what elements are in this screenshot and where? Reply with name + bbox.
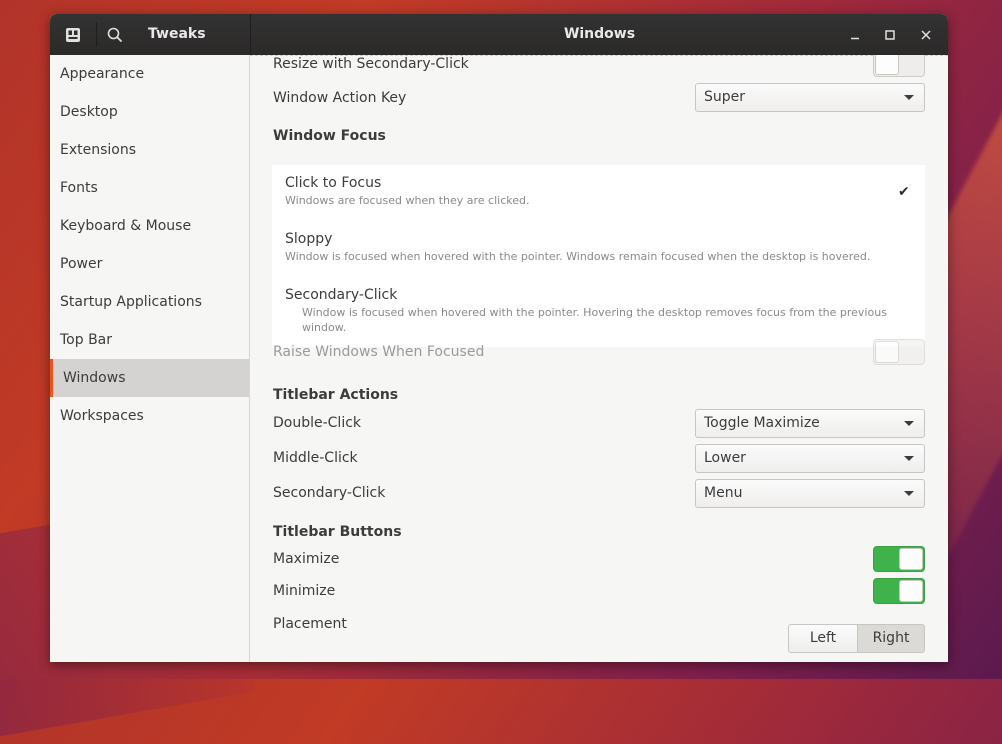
option-description: Windows are focused when they are clicke…: [285, 194, 530, 207]
tweaks-window: Tweaks Windows Appearance Desktop Extens…: [50, 14, 948, 662]
titlebar-actions-heading: Titlebar Actions: [273, 387, 399, 403]
minimize-switch[interactable]: [873, 578, 925, 604]
sidebar-item-keyboard-mouse[interactable]: Keyboard & Mouse: [50, 207, 249, 245]
switch-knob: [899, 548, 923, 570]
sidebar-item-workspaces[interactable]: Workspaces: [50, 397, 249, 435]
resize-secondary-click-switch[interactable]: [873, 55, 925, 77]
search-button[interactable]: [101, 14, 129, 55]
window-action-key-combo[interactable]: Super: [695, 83, 925, 112]
sidebar-item-windows[interactable]: Windows: [50, 359, 249, 397]
dropdown-arrow-icon: [904, 491, 914, 496]
minimize-button[interactable]: [843, 14, 867, 55]
placement-label: Placement: [273, 616, 347, 632]
window-action-key-label: Window Action Key: [273, 90, 407, 106]
window-focus-heading: Window Focus: [273, 128, 386, 144]
switch-knob: [875, 55, 899, 75]
app-menu-button[interactable]: [58, 14, 88, 55]
header-divider: [96, 22, 97, 47]
maximize-label: Maximize: [273, 551, 340, 567]
switch-knob: [875, 341, 899, 363]
sidebar-item-extensions[interactable]: Extensions: [50, 131, 249, 169]
header-bar: Tweaks Windows: [50, 14, 948, 55]
middle-click-combo[interactable]: Lower: [695, 444, 925, 473]
close-button[interactable]: [914, 14, 938, 55]
titlebar-buttons-heading: Titlebar Buttons: [273, 524, 402, 540]
switch-knob: [899, 580, 923, 602]
sidebar: Appearance Desktop Extensions Fonts Keyb…: [50, 55, 250, 662]
focus-option-click-to-focus[interactable]: Click to Focus Windows are focused when …: [272, 165, 925, 221]
option-title: Sloppy: [285, 231, 333, 247]
raise-windows-label: Raise Windows When Focused: [273, 344, 485, 360]
combo-value: Toggle Maximize: [704, 415, 820, 431]
combo-value: Lower: [704, 450, 746, 466]
window-focus-list: Click to Focus Windows are focused when …: [272, 165, 925, 347]
option-title: Secondary-Click: [285, 287, 398, 303]
raise-windows-switch[interactable]: [873, 339, 925, 365]
close-icon: [921, 29, 931, 40]
middle-click-label: Middle-Click: [273, 450, 358, 466]
dropdown-arrow-icon: [904, 95, 914, 100]
app-title: Tweaks: [148, 26, 206, 42]
settings-panel: Resize with Secondary-Click Window Actio…: [250, 55, 948, 662]
check-icon: ✔: [898, 184, 910, 200]
search-icon: [107, 27, 123, 42]
double-click-combo[interactable]: Toggle Maximize: [695, 409, 925, 438]
focus-option-secondary-click[interactable]: Secondary-Click Window is focused when h…: [272, 277, 925, 347]
sidebar-item-appearance[interactable]: Appearance: [50, 55, 249, 93]
sidebar-item-top-bar[interactable]: Top Bar: [50, 321, 249, 359]
resize-secondary-click-label: Resize with Secondary-Click: [273, 56, 469, 72]
dropdown-arrow-icon: [904, 421, 914, 426]
option-title: Click to Focus: [285, 175, 382, 191]
sidebar-item-fonts[interactable]: Fonts: [50, 169, 249, 207]
maximize-button[interactable]: [878, 14, 902, 55]
sidebar-item-desktop[interactable]: Desktop: [50, 93, 249, 131]
sidebar-item-power[interactable]: Power: [50, 245, 249, 283]
placement-right-button[interactable]: Right: [857, 624, 925, 653]
maximize-switch[interactable]: [873, 546, 925, 572]
combo-value: Menu: [704, 485, 743, 501]
focus-option-sloppy[interactable]: Sloppy Window is focused when hovered wi…: [272, 221, 925, 277]
option-description: Window is focused when hovered with the …: [285, 250, 871, 263]
placement-left-button[interactable]: Left: [788, 624, 858, 653]
secondary-click-combo[interactable]: Menu: [695, 479, 925, 508]
minimize-icon: [851, 37, 859, 39]
placement-toggle: Left Right: [788, 624, 925, 653]
maximize-icon: [885, 29, 895, 40]
app-menu-icon: [66, 27, 80, 42]
combo-value: Super: [704, 89, 746, 105]
minimize-label: Minimize: [273, 583, 336, 599]
double-click-label: Double-Click: [273, 415, 362, 431]
secondary-click-label: Secondary-Click: [273, 485, 386, 501]
sidebar-item-startup-applications[interactable]: Startup Applications: [50, 283, 249, 321]
dropdown-arrow-icon: [904, 456, 914, 461]
option-description: Window is focused when hovered with the …: [302, 306, 887, 334]
